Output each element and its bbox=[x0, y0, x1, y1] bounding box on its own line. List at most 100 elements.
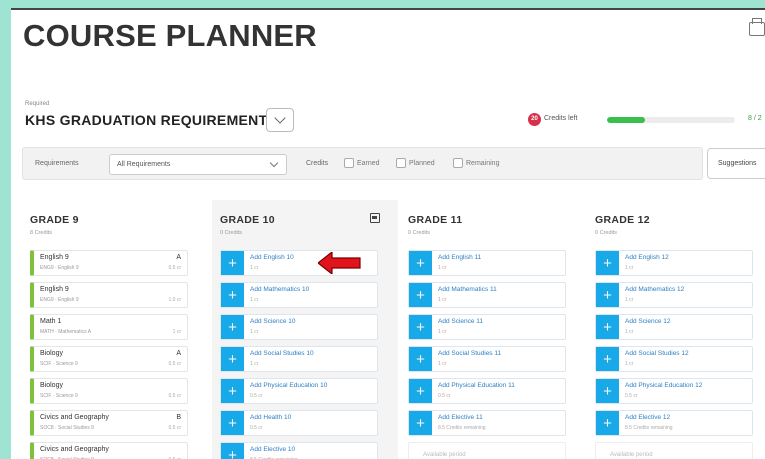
course-card[interactable]: Biology SCIF · Science 9 A 0.5 cr bbox=[30, 346, 188, 372]
add-course-credit: 0.5 cr bbox=[625, 393, 638, 399]
add-course-card[interactable]: + Add Physical Education 10 0.5 cr bbox=[220, 378, 378, 404]
planned-label: Planned bbox=[409, 160, 435, 167]
add-course-credit: 1 cr bbox=[250, 265, 259, 271]
add-course-credit: 1 cr bbox=[250, 297, 259, 303]
add-course-label[interactable]: Add Mathematics 11 bbox=[438, 286, 497, 293]
suggestions-button[interactable]: Suggestions bbox=[707, 148, 765, 179]
add-course-card[interactable]: + Add Health 10 0.5 cr bbox=[220, 410, 378, 436]
add-course-label[interactable]: Add Science 12 bbox=[625, 318, 671, 325]
plus-icon[interactable]: + bbox=[221, 347, 244, 371]
plus-icon[interactable]: + bbox=[596, 283, 619, 307]
plus-icon[interactable]: + bbox=[596, 315, 619, 339]
course-name: Civics and Geography bbox=[40, 414, 109, 421]
course-card[interactable]: Civics and GeographySOC8 · Social Studie… bbox=[30, 410, 188, 436]
add-course-card[interactable]: + Add Science 12 1 cr bbox=[595, 314, 753, 340]
add-course-label[interactable]: Add English 10 bbox=[250, 254, 294, 261]
add-course-label[interactable]: Add Health 10 bbox=[250, 414, 291, 421]
checkbox-box[interactable] bbox=[344, 158, 354, 168]
course-card[interactable]: Civics and GeographySOC8 · Social Studie… bbox=[30, 442, 188, 459]
add-course-card[interactable]: + Add Mathematics 12 1 cr bbox=[595, 282, 753, 308]
add-course-label[interactable]: Add Mathematics 10 bbox=[250, 286, 309, 293]
add-course-card[interactable]: + Add Elective 12 8.5 Credits remaining bbox=[595, 410, 753, 436]
add-course-card[interactable]: + Add Social Studies 12 1 cr bbox=[595, 346, 753, 372]
plus-icon[interactable]: + bbox=[409, 379, 432, 403]
requirements-small-label: Required bbox=[25, 101, 50, 107]
credits-progress-bar bbox=[607, 117, 735, 123]
add-course-credit: 8.5 Credits remaining bbox=[625, 425, 673, 431]
add-course-card[interactable]: + Add English 12 1 cr bbox=[595, 250, 753, 276]
add-course-credit: 0.5 cr bbox=[250, 425, 263, 431]
add-course-card[interactable]: + Add Social Studies 10 1 cr bbox=[220, 346, 378, 372]
add-course-card[interactable]: + Add Elective 11 8.5 Credits remaining bbox=[408, 410, 566, 436]
add-course-label[interactable]: Add Science 11 bbox=[438, 318, 483, 325]
plus-icon[interactable]: + bbox=[596, 379, 619, 403]
add-course-label[interactable]: Add English 12 bbox=[625, 254, 669, 261]
available-period-slot[interactable]: Available period bbox=[408, 442, 566, 459]
add-course-card[interactable]: +Add Elective 108.5 Credits remaining bbox=[220, 442, 378, 459]
add-course-label[interactable]: Add English 11 bbox=[438, 254, 481, 261]
course-card[interactable]: English 9 ENG9 · English 9 1.0 cr bbox=[30, 282, 188, 308]
add-course-label[interactable]: Add Mathematics 12 bbox=[625, 286, 684, 293]
plus-icon[interactable]: + bbox=[596, 347, 619, 371]
plus-icon[interactable]: + bbox=[409, 283, 432, 307]
plus-icon[interactable]: + bbox=[221, 283, 244, 307]
grade-column: GRADE 12 0 Credits + Add English 12 1 cr + Add… bbox=[587, 200, 765, 459]
requirements-dropdown-button[interactable] bbox=[266, 108, 294, 132]
plus-icon[interactable]: + bbox=[221, 315, 244, 339]
plus-icon[interactable]: + bbox=[221, 251, 244, 275]
app-window: COURSE PLANNER Required KHS GRADUATION R… bbox=[11, 8, 765, 459]
credits-left-badge: 20 bbox=[528, 113, 541, 126]
add-course-label[interactable]: Add Elective 12 bbox=[625, 414, 670, 421]
add-course-label[interactable]: Add Physical Education 12 bbox=[625, 382, 702, 389]
plus-icon[interactable]: + bbox=[409, 347, 432, 371]
add-course-label[interactable]: Add Social Studies 10 bbox=[250, 350, 314, 357]
add-course-card[interactable]: + Add Science 10 1 cr bbox=[220, 314, 378, 340]
course-credit: 1 cr bbox=[172, 329, 181, 335]
plus-icon[interactable]: + bbox=[596, 411, 619, 435]
plus-icon[interactable]: + bbox=[221, 411, 244, 435]
print-icon[interactable] bbox=[749, 18, 765, 36]
available-period-slot[interactable]: Available period bbox=[595, 442, 753, 459]
requirements-filter-select[interactable]: All Requirements bbox=[109, 154, 287, 175]
add-course-card[interactable]: + Add Mathematics 10 1 cr bbox=[220, 282, 378, 308]
red-arrow-annotation bbox=[318, 252, 361, 274]
add-course-credit: 0.5 cr bbox=[438, 393, 451, 399]
add-course-card[interactable]: + Add English 11 1 cr bbox=[408, 250, 566, 276]
add-course-label[interactable]: Add Physical Education 10 bbox=[250, 382, 327, 389]
add-course-label[interactable]: Add Elective 11 bbox=[438, 414, 483, 421]
add-course-label[interactable]: Add Social Studies 12 bbox=[625, 350, 689, 357]
credits-progress-fill bbox=[607, 117, 646, 123]
requirements-filter-value: All Requirements bbox=[117, 161, 171, 168]
course-credit: 0.5 cr bbox=[168, 425, 181, 431]
add-course-card[interactable]: + Add Science 11 1 cr bbox=[408, 314, 566, 340]
plus-icon[interactable]: + bbox=[221, 379, 244, 403]
grade-credits: 0 Credits bbox=[595, 230, 618, 236]
add-course-credit: 1 cr bbox=[625, 361, 634, 367]
checkbox-box[interactable] bbox=[453, 158, 463, 168]
grade-title: GRADE 10 bbox=[220, 214, 275, 226]
plus-icon[interactable]: + bbox=[409, 251, 432, 275]
add-course-label[interactable]: Add Elective 10 bbox=[250, 446, 295, 453]
add-course-card[interactable]: + Add Physical Education 12 0.5 cr bbox=[595, 378, 753, 404]
checkbox-box[interactable] bbox=[396, 158, 406, 168]
course-credit: 0.5 cr bbox=[168, 265, 181, 271]
add-course-label[interactable]: Add Physical Education 11 bbox=[438, 382, 515, 389]
add-course-card[interactable]: + Add Mathematics 11 1 cr bbox=[408, 282, 566, 308]
course-card[interactable]: Biology SCIF · Science 9 0.5 cr bbox=[30, 378, 188, 404]
add-course-card[interactable]: + Add Physical Education 11 0.5 cr bbox=[408, 378, 566, 404]
add-course-credit: 1 cr bbox=[625, 265, 634, 271]
calendar-icon[interactable] bbox=[370, 213, 380, 223]
course-card[interactable]: Math 1 MATH · Mathematics A 1 cr bbox=[30, 314, 188, 340]
add-course-label[interactable]: Add Science 10 bbox=[250, 318, 296, 325]
course-credit: 1.0 cr bbox=[168, 297, 181, 303]
add-course-card[interactable]: + Add Social Studies 11 1 cr bbox=[408, 346, 566, 372]
plus-icon[interactable]: + bbox=[596, 251, 619, 275]
plus-icon[interactable]: + bbox=[409, 315, 432, 339]
grade-credits: 8 Credits bbox=[30, 230, 53, 236]
plus-icon[interactable]: + bbox=[221, 443, 244, 459]
grade-title: GRADE 9 bbox=[30, 214, 79, 226]
plus-icon[interactable]: + bbox=[409, 411, 432, 435]
add-course-label[interactable]: Add Social Studies 11 bbox=[438, 350, 501, 357]
remaining-label: Remaining bbox=[466, 160, 500, 167]
course-card[interactable]: English 9 ENG9 · English 9 A 0.5 cr bbox=[30, 250, 188, 276]
